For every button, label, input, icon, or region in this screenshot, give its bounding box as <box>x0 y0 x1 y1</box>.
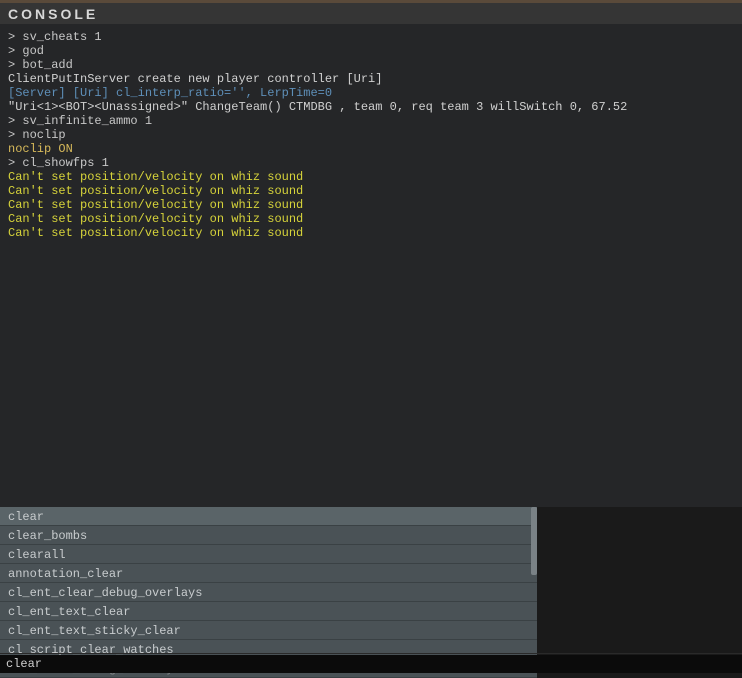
autocomplete-item[interactable]: cl_ent_text_clear <box>0 602 537 621</box>
console-line: Can't set position/velocity on whiz soun… <box>8 184 734 198</box>
autocomplete-item[interactable]: cl_ent_text_sticky_clear <box>0 621 537 640</box>
console-title-text: CONSOLE <box>8 6 98 22</box>
console-line: noclip ON <box>8 142 734 156</box>
console-line: Can't set position/velocity on whiz soun… <box>8 170 734 184</box>
autocomplete-item[interactable]: clear_bombs <box>0 526 537 545</box>
autocomplete-scrollbar[interactable] <box>531 507 537 575</box>
console-title-bar: CONSOLE <box>0 0 742 24</box>
console-line: > sv_cheats 1 <box>8 30 734 44</box>
console-line: ClientPutInServer create new player cont… <box>8 72 734 86</box>
console-line: "Uri<1><BOT><Unassigned>" ChangeTeam() C… <box>8 100 734 114</box>
console-line: Can't set position/velocity on whiz soun… <box>8 198 734 212</box>
autocomplete-item[interactable]: cl_ent_clear_debug_overlays <box>0 583 537 602</box>
console-input-wrap <box>0 653 742 673</box>
console-line: > cl_showfps 1 <box>8 156 734 170</box>
console-line: [Server] [Uri] cl_interp_ratio='', LerpT… <box>8 86 734 100</box>
console-line: > bot_add <box>8 58 734 72</box>
autocomplete-item[interactable]: annotation_clear <box>0 564 537 583</box>
console-line: > noclip <box>8 128 734 142</box>
console-line: Can't set position/velocity on whiz soun… <box>8 212 734 226</box>
console-input[interactable] <box>0 655 742 673</box>
console-line: Can't set position/velocity on whiz soun… <box>8 226 734 240</box>
autocomplete-item[interactable]: clearall <box>0 545 537 564</box>
console-line: > god <box>8 44 734 58</box>
console-output[interactable]: > sv_cheats 1> god> bot_addClientPutInSe… <box>0 24 742 507</box>
console-line: > sv_infinite_ammo 1 <box>8 114 734 128</box>
autocomplete-item[interactable]: clear <box>0 507 537 526</box>
